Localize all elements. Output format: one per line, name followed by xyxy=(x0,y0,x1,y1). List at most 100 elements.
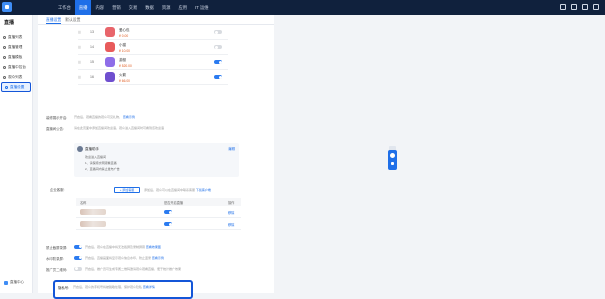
sidebar-item-label: 直播列表 xyxy=(8,35,23,39)
gift-price: ¥ 520.00 xyxy=(119,63,132,68)
gift-name: 游艇 xyxy=(119,58,126,62)
privacy-label: 隐私号: xyxy=(58,285,70,290)
sidebar-list: 直播列表直播管理直播模板直播中控台观众列表 直播设置 xyxy=(0,32,32,92)
download-client-link[interactable]: 下载客户端 xyxy=(196,188,211,192)
gift-name: 小猫 xyxy=(119,43,126,47)
sidebar-item-icon xyxy=(3,75,6,79)
gift-row: ⠿ 13 爱心包 ¥ 0.00 xyxy=(78,25,228,40)
gift-row: ⠿ 15 游艇 ¥ 520.00 xyxy=(78,55,228,70)
nav-item[interactable]: 内容 xyxy=(91,0,108,15)
sidebar-title: 直播 xyxy=(4,20,15,26)
sidebar-item-icon xyxy=(3,35,6,39)
sidebar-item[interactable]: 直播管理 xyxy=(0,42,32,52)
setting-link[interactable]: 查看效果图 xyxy=(146,245,161,249)
sidebar-item[interactable]: 直播列表 xyxy=(0,32,32,42)
nav-item[interactable]: 交易 xyxy=(125,0,142,15)
sidebar-item[interactable]: 直播设置 xyxy=(1,82,31,92)
sidebar-bottom[interactable]: 直播中心 xyxy=(4,280,24,285)
nav-item[interactable]: 资源 xyxy=(158,0,175,15)
sidebar-item-label: 直播中控台 xyxy=(8,65,26,69)
gift-price: ¥ 0.00 xyxy=(119,33,129,38)
sidebar-item[interactable]: 直播模板 xyxy=(0,52,32,62)
welcome-label: 直播间公告: xyxy=(46,127,64,131)
tab-live-settings[interactable]: 直播设置 xyxy=(46,15,62,24)
sidebar: 直播 直播列表直播管理直播模板直播中控台观众列表 直播设置 直播中心 xyxy=(0,15,33,293)
card-line: 2、直播间内禁止发布广告 xyxy=(85,167,120,171)
phone-preview-icon[interactable] xyxy=(388,150,397,170)
gift-index: 14 xyxy=(90,45,94,49)
nav-item[interactable]: 营销 xyxy=(108,0,125,15)
drag-handle-icon[interactable]: ⠿ xyxy=(78,45,81,50)
service-row: 移除 xyxy=(76,218,241,230)
display-example-link[interactable]: 查看示例 xyxy=(123,115,135,119)
user-icon[interactable] xyxy=(593,4,599,10)
card-line: 欢迎进入直播间 xyxy=(85,155,107,159)
setting-toggle[interactable] xyxy=(74,255,82,260)
gift-row: ⠿ 14 小猫 ¥ 10.00 xyxy=(78,40,228,55)
privacy-number-setting: 隐私号: 开启后，观众的手机号将被脱敏处理，保护观众隐私 查看详情 xyxy=(53,280,193,299)
col-name: 名称 xyxy=(80,201,87,205)
gift-row: ⠿ 16 火箭 ¥ 66.00 xyxy=(78,70,228,85)
remove-link[interactable]: 移除 xyxy=(228,222,234,227)
preview-area xyxy=(274,15,605,293)
privacy-hint: 开启后，观众的手机号将被脱敏处理，保护观众隐私 查看详情 xyxy=(73,285,155,289)
nav-item[interactable]: 工作台 xyxy=(54,0,75,15)
remove-link[interactable]: 移除 xyxy=(228,210,234,215)
privacy-detail-link[interactable]: 查看详情 xyxy=(143,285,155,289)
gift-toggle[interactable] xyxy=(214,60,222,64)
service-row: 移除 xyxy=(76,206,241,218)
nav-item[interactable]: IT 运维 xyxy=(191,0,213,15)
setting-link[interactable]: 查看示例 xyxy=(152,256,164,260)
card-line: 1、请保持文明观看直播 xyxy=(85,161,117,165)
drag-handle-icon[interactable]: ⠿ xyxy=(78,30,81,35)
app-logo-icon[interactable] xyxy=(2,2,12,12)
setting-toggle[interactable] xyxy=(74,266,82,271)
gift-index: 15 xyxy=(90,60,94,64)
sidebar-item-icon xyxy=(3,55,6,59)
help-icon[interactable] xyxy=(571,4,577,10)
gift-table: ⠿ 13 爱心包 ¥ 0.00 ⠿ 14 小猫 ¥ 10.00 ⠿ 15 游艇 ¥ 520.00 ⠿ 16… xyxy=(78,25,228,85)
service-toggle[interactable] xyxy=(164,222,172,226)
drag-handle-icon[interactable]: ⠿ xyxy=(78,75,81,80)
col-action: 操作 xyxy=(228,201,235,205)
live-center-icon xyxy=(4,280,8,285)
welcome-card: 直播助手 编辑 欢迎进入直播间 1、请保持文明观看直播 2、直播间内禁止发布广告 xyxy=(74,143,239,177)
settings-icon[interactable] xyxy=(582,4,588,10)
sidebar-item[interactable]: 直播中控台 xyxy=(0,62,32,72)
drag-handle-icon[interactable]: ⠿ xyxy=(78,60,81,65)
sidebar-bottom-label: 直播中心 xyxy=(10,280,24,284)
sidebar-item-icon xyxy=(5,85,8,89)
service-name-blurred xyxy=(80,221,106,227)
nav-item[interactable]: 数据 xyxy=(141,0,158,15)
nav-item[interactable]: 直播 xyxy=(74,0,92,15)
service-label: 企业客服: xyxy=(50,188,65,192)
sidebar-item-label: 直播管理 xyxy=(8,45,23,49)
gift-index: 16 xyxy=(90,75,94,79)
gift-price: ¥ 66.00 xyxy=(119,78,130,83)
top-nav: 工作台 直播 内容 营销 交易 数据 资源 应用 IT 运维 xyxy=(54,0,213,15)
display-label: 装修展示开启: xyxy=(46,116,68,120)
add-service-button[interactable]: + 添加客服 xyxy=(114,187,140,193)
sidebar-item[interactable]: 观众列表 xyxy=(0,72,32,82)
avatar xyxy=(77,146,83,152)
card-edit-link[interactable]: 编辑 xyxy=(228,146,235,151)
gift-image xyxy=(105,42,115,52)
nav-item[interactable]: 应用 xyxy=(174,0,191,15)
gift-toggle[interactable] xyxy=(214,30,222,34)
gift-image xyxy=(105,27,115,37)
service-toggle[interactable] xyxy=(164,210,172,214)
setting-hint: 开启后，推广员可生成专属二维码邀请观众观看直播，便于统计推广效果 xyxy=(85,267,182,271)
message-icon[interactable] xyxy=(560,4,566,10)
setting-label: 水印防录屏: xyxy=(46,257,64,261)
tab-default-settings[interactable]: 默认设置 xyxy=(65,15,80,24)
gift-name: 爱心包 xyxy=(119,28,130,32)
service-table: 名称 是否开启直播 操作 移除 移除 xyxy=(76,198,241,230)
service-hint: 添加后，观众可以在直播间中联系客服 下载客户端 xyxy=(144,188,211,192)
gift-index: 13 xyxy=(90,30,94,34)
gift-image xyxy=(105,57,115,67)
gift-toggle[interactable] xyxy=(214,75,222,79)
sidebar-item-icon xyxy=(3,65,6,69)
setting-toggle[interactable] xyxy=(74,244,82,249)
setting-label: 推广员二维码: xyxy=(46,268,68,272)
gift-toggle[interactable] xyxy=(214,45,222,49)
